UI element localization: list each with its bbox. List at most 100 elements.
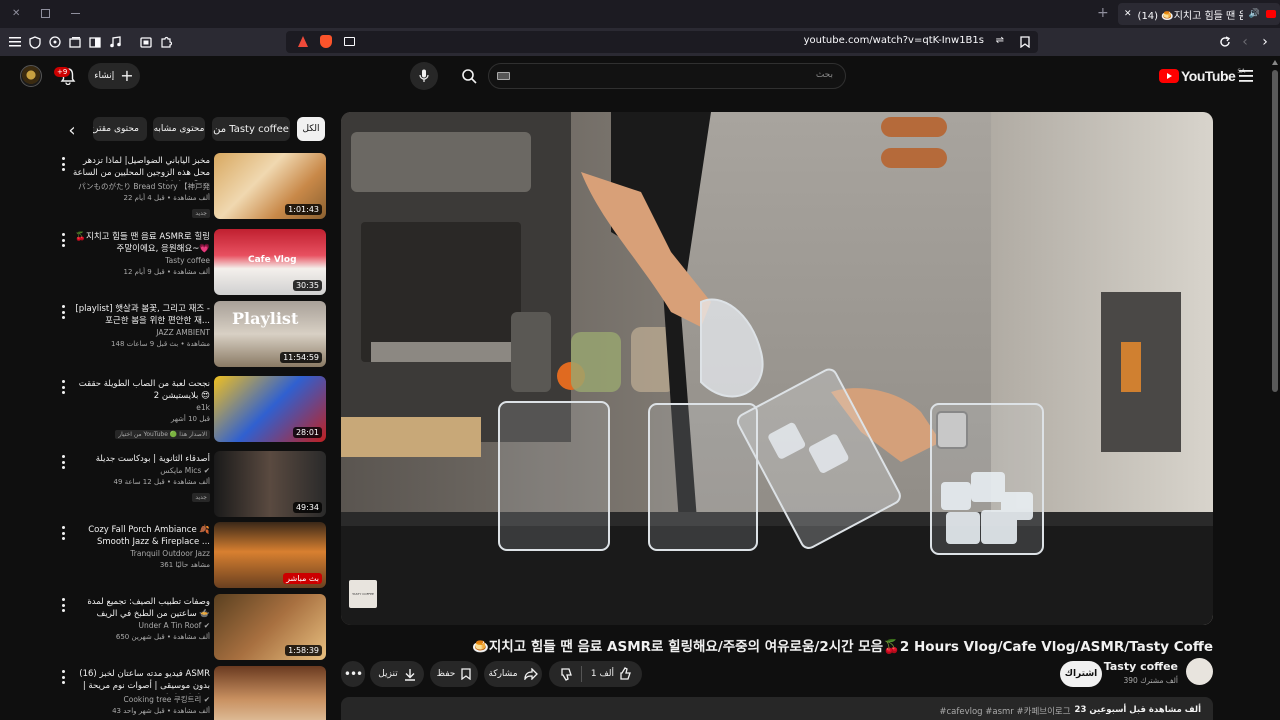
- recommendation-channel[interactable]: パンものがたり Bread Story 【神戸発: [66, 181, 210, 193]
- dislike-button[interactable]: [559, 667, 573, 681]
- extensions-icon[interactable]: [46, 33, 64, 51]
- url-text[interactable]: youtube.com/watch?v=qtK-Inw1B1s: [804, 35, 984, 46]
- video-thumbnail[interactable]: 1:01:43: [214, 153, 326, 219]
- keyboard-icon[interactable]: [497, 72, 510, 80]
- recommendation-channel[interactable]: مايكس Mics ✔: [66, 465, 210, 477]
- video-thumbnail[interactable]: 1:58:39: [214, 594, 326, 660]
- download-button[interactable]: تنزيل: [370, 661, 424, 687]
- thumbnail-overlay-text: Cafe Vlog: [248, 255, 297, 265]
- search-icon: [462, 69, 477, 84]
- recommendation-title[interactable]: Cozy Fall Porch Ambiance 🍂 Smooth Jazz &…: [66, 524, 210, 548]
- page-settings-icon[interactable]: ⇌: [996, 35, 1004, 46]
- video-thumbnail[interactable]: 28:01: [214, 376, 326, 442]
- scrollbar-up-icon[interactable]: [1272, 60, 1278, 65]
- brave-lion-icon[interactable]: [320, 35, 332, 48]
- recommendation-item[interactable]: 1:01:43 مخبز الياباني الضواصيل| لماذا تز…: [56, 153, 326, 221]
- more-vertical-icon[interactable]: [60, 670, 66, 684]
- youtube-logo[interactable]: YouTube SA: [1159, 67, 1245, 85]
- microphone-icon: [419, 69, 429, 82]
- chip-related[interactable]: محتوى مشابه: [153, 117, 205, 141]
- shield-icon[interactable]: [26, 33, 44, 51]
- voice-search-button[interactable]: [410, 62, 438, 90]
- recommendation-channel[interactable]: e1k: [66, 402, 210, 414]
- recommendation-item[interactable]: بث مباشر Cozy Fall Porch Ambiance 🍂 Smoo…: [56, 522, 326, 590]
- reader-mode-icon[interactable]: [344, 37, 355, 46]
- video-thumbnail[interactable]: 49:34: [214, 451, 326, 517]
- back-icon[interactable]: ‹: [1236, 33, 1254, 51]
- reload-icon[interactable]: [1216, 33, 1234, 51]
- window-maximize-icon[interactable]: [41, 9, 50, 18]
- bookmark-icon[interactable]: [1016, 33, 1034, 51]
- recommendation-item[interactable]: Cafe Vlog 30:35 🍒지치고 힘들 땐 음료 ASMR로 힐링 주말…: [56, 229, 326, 297]
- url-bar[interactable]: youtube.com/watch?v=qtK-Inw1B1s ⇌: [286, 31, 1038, 53]
- like-dislike-group: 1 ألف: [549, 661, 642, 687]
- video-thumbnail[interactable]: بث مباشر: [214, 522, 326, 588]
- recommendation-title[interactable]: [playlist] 햇살과 봄꽃, 그리고 재즈 - 포근한 봄을 위한 편안…: [66, 303, 210, 327]
- channel-avatar[interactable]: [1186, 658, 1213, 685]
- recommendation-channel[interactable]: Tasty coffee: [66, 255, 210, 267]
- music-icon[interactable]: [106, 33, 124, 51]
- browser-tab-active[interactable]: ✕ (14) 🍮지치고 힘들 땐 음료 A 🔊: [1118, 3, 1280, 25]
- forward-icon[interactable]: ›: [1256, 33, 1274, 51]
- chips-scroll-left-icon[interactable]: ‹: [62, 120, 82, 141]
- recommendation-meta: 22 ألف مشاهدة • قبل 4 أيام: [123, 194, 210, 202]
- more-vertical-icon[interactable]: [60, 233, 66, 247]
- chip-from-channel[interactable]: من Tasty coffee: [212, 117, 290, 141]
- more-vertical-icon[interactable]: [60, 455, 66, 469]
- account-avatar[interactable]: [20, 65, 42, 87]
- sidebar-icon[interactable]: [86, 33, 104, 51]
- recommendation-title[interactable]: 🍒지치고 힘들 땐 음료 ASMR로 힐링 주말이에요, 응원해요~💗: [66, 231, 210, 255]
- recommendation-item[interactable]: (16) فيديو مدته ساعتان لخبز ASMR بدون مو…: [56, 666, 326, 720]
- tabs-icon[interactable]: [66, 33, 84, 51]
- channel-watermark[interactable]: TASTY COFFEE: [349, 580, 377, 608]
- puzzle-icon[interactable]: [157, 33, 175, 51]
- window-minimize-icon[interactable]: [71, 13, 80, 14]
- search-input[interactable]: بحث: [488, 63, 846, 89]
- recommendation-channel[interactable]: Under A Tin Roof ✔: [66, 620, 210, 632]
- recommendation-title[interactable]: نجحت لعبة من الصاب الطويلة حققت بلايستيش…: [66, 378, 210, 402]
- recommendation-channel[interactable]: Tranquil Outdoor Jazz: [66, 548, 210, 560]
- chip-suggested[interactable]: محتوى مقترح: [93, 117, 147, 141]
- page-scrollbar[interactable]: [1270, 56, 1280, 720]
- recommendation-title[interactable]: مخبز الياباني الضواصيل| لماذا تزدهر محل …: [66, 155, 210, 181]
- recommendation-channel[interactable]: Cooking tree 쿠킹트리 ✔: [66, 694, 210, 706]
- more-vertical-icon[interactable]: [60, 157, 66, 171]
- recommendation-item[interactable]: 1:58:39 وصفات تطبيب الصيف: تجميع لمدة سا…: [56, 594, 326, 662]
- channel-name[interactable]: Tasty coffee: [1104, 660, 1178, 673]
- scrollbar-thumb[interactable]: [1272, 70, 1278, 392]
- more-vertical-icon[interactable]: [60, 380, 66, 394]
- description-box[interactable]: #cafevlog #asmr #카페브이로그 23 ألف مشاهدة قب…: [341, 697, 1213, 720]
- search-placeholder: بحث: [815, 70, 833, 80]
- menu-icon[interactable]: [6, 33, 24, 51]
- window-close-icon[interactable]: ✕: [12, 9, 22, 19]
- more-actions-button[interactable]: •••: [341, 661, 365, 687]
- recommendation-item[interactable]: Playlist 11:54:59 [playlist] 햇살과 봄꽃, 그리고…: [56, 301, 326, 369]
- create-button[interactable]: إنشاء +: [88, 63, 140, 89]
- brave-shield-icon[interactable]: [298, 36, 308, 47]
- more-vertical-icon[interactable]: [60, 526, 66, 540]
- video-thumbnail[interactable]: [214, 666, 326, 720]
- recommendation-title[interactable]: أصدقاء الثانوية | بودكاست جديلة: [66, 453, 210, 465]
- guide-menu-icon[interactable]: [1236, 66, 1256, 86]
- like-button[interactable]: 1 ألف: [591, 667, 632, 681]
- more-vertical-icon[interactable]: [60, 598, 66, 612]
- recommendation-item[interactable]: 28:01 نجحت لعبة من الصاب الطويلة حققت بل…: [56, 376, 326, 444]
- description-hashtags[interactable]: #cafevlog #asmr #카페브이로그: [939, 705, 1070, 717]
- recommendation-title[interactable]: وصفات تطبيب الصيف: تجميع لمدة ساعتين من …: [66, 596, 210, 620]
- video-player[interactable]: TASTY COFFEE: [341, 112, 1213, 625]
- video-thumbnail[interactable]: Playlist 11:54:59: [214, 301, 326, 367]
- share-button[interactable]: مشاركة: [484, 661, 542, 687]
- chip-all[interactable]: الكل: [297, 117, 325, 141]
- save-button[interactable]: حفظ: [430, 661, 478, 687]
- tab-audio-icon[interactable]: 🔊: [1249, 9, 1260, 19]
- tab-close-icon[interactable]: ✕: [1124, 9, 1132, 19]
- screenshot-icon[interactable]: [137, 33, 155, 51]
- recommendation-item[interactable]: 49:34 أصدقاء الثانوية | بودكاست جديلة ما…: [56, 451, 326, 519]
- new-tab-icon[interactable]: +: [1097, 6, 1111, 20]
- recommendation-channel[interactable]: JAZZ AMBIENT: [66, 327, 210, 339]
- recommendation-title[interactable]: (16) فيديو مدته ساعتان لخبز ASMR بدون مو…: [66, 668, 210, 694]
- more-vertical-icon[interactable]: [60, 305, 66, 319]
- subscribe-button[interactable]: اشتراك: [1060, 661, 1102, 687]
- search-button[interactable]: [450, 63, 488, 89]
- video-thumbnail[interactable]: Cafe Vlog 30:35: [214, 229, 326, 295]
